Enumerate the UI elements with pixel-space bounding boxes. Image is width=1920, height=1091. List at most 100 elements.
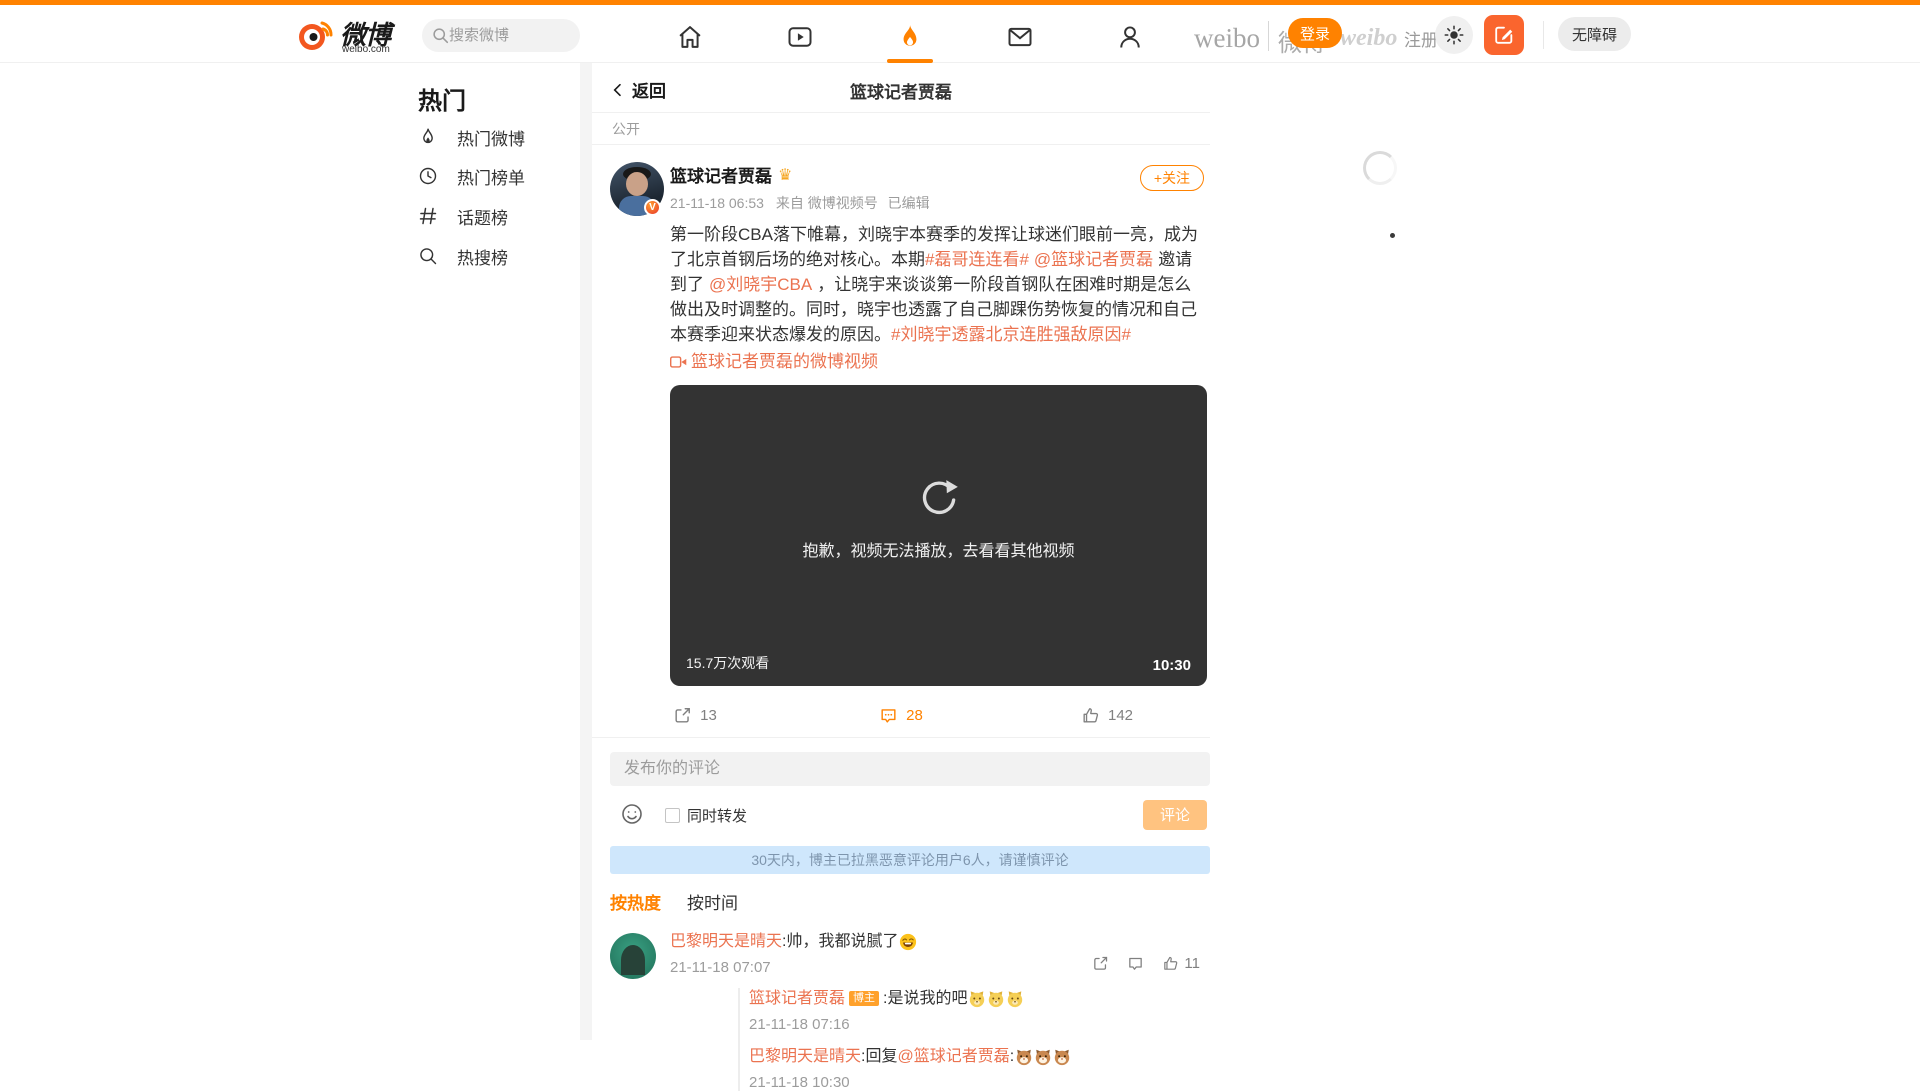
repost-checkbox[interactable] [665,807,680,823]
magnifier-icon [420,248,437,265]
login-button[interactable]: 登录 [1288,18,1342,48]
like-button[interactable]: 142 [1004,694,1210,737]
search-icon [433,28,449,44]
theme-toggle-button[interactable] [1435,16,1473,54]
register-link[interactable]: 注册 [1404,26,1438,51]
navbar: 微博 weibo.com 搜索微博 weibo weibo 登录 注册 无障碍 [0,5,1920,63]
back-button[interactable]: 返回 [610,77,666,102]
detail-header: 返回 篮球记者贾磊 [592,63,1210,113]
weibo-logo[interactable]: 微博 weibo.com [296,13,396,59]
post-time: 21-11-18 06:53 [670,195,764,211]
post: V +关注 篮球记者贾磊 ♛ 21-11-18 06:53 来自 微博视频号 已… [592,145,1210,1091]
post-source: 来自 微博视频号 [775,195,878,211]
repost-toggle[interactable]: 同时转发 [665,805,747,826]
post-author-line: 篮球记者贾磊 ♛ [670,162,1206,187]
tab-sort-by-hot[interactable]: 按热度 [610,889,661,914]
post-author-name[interactable]: 篮球记者贾磊 [670,162,772,187]
comment-sort-tabs: 按热度 按时间 [610,889,1206,914]
commenter-name[interactable]: 巴黎明天是晴天 [670,931,782,953]
watermark-divider [1268,21,1269,51]
reply-item: 篮球记者贾磊 博主 :是说我的吧 21-11-18 07:16 [749,988,1268,1033]
comment-input[interactable]: 发布你的评论 [610,751,1210,786]
comment-count: 28 [906,706,923,724]
loading-spinner [1363,151,1397,185]
comment-like-count: 11 [1184,954,1200,972]
reply-author-name[interactable]: 巴黎明天是晴天 [749,1046,861,1068]
sidebar: 热门 热门微博 热门榜单 话题榜 热搜榜 [400,63,580,1040]
comment-submit-button[interactable]: 评论 [1143,799,1207,830]
search-box[interactable] [422,19,580,52]
comment-icon [1129,957,1143,970]
commenter-avatar[interactable] [610,932,656,979]
reply-mention-link[interactable]: @篮球记者贾磊 [897,1046,1009,1068]
mention-link[interactable]: @篮球记者贾磊 [1034,250,1153,269]
laugh-emoji-icon [900,933,917,950]
like-count: 142 [1107,706,1134,724]
search-input[interactable] [449,27,559,44]
video-error-text: 抱歉，视频无法播放，去看看其他视频 [802,542,1075,560]
comment-item: 巴黎明天是晴天 :帅，我都说腻了 21-11-18 07:07 11 篮球记者贾… [592,931,1210,1091]
video-duration: 10:30 [1152,656,1191,674]
column-gap [580,63,592,1040]
topic-link[interactable]: #磊哥连连看# [925,250,1029,269]
comment-button[interactable]: 28 [798,694,1004,737]
home-icon[interactable] [674,21,706,53]
sidebar-item-label: 热门榜单 [457,168,525,188]
accessibility-button[interactable]: 无障碍 [1558,17,1632,51]
sidebar-item-hot-weibo[interactable]: 热门微博 [418,123,578,151]
sidebar-title: 热门 [418,88,466,115]
post-edited-flag: 已编辑 [887,195,930,211]
share-count: 13 [700,706,717,724]
sidebar-item-label: 热搜榜 [457,248,508,268]
cat-emoji-icon [1035,1049,1051,1065]
share-button[interactable]: 13 [592,694,798,737]
comment-composer: 发布你的评论 同时转发 评论 [592,738,1210,830]
profile-icon[interactable] [1114,21,1146,53]
tab-sort-by-time[interactable]: 按时间 [687,889,738,914]
reply-author-name[interactable]: 篮球记者贾磊 [749,988,845,1010]
navbar-divider [1543,21,1544,49]
vip-crown-icon: ♛ [778,166,793,184]
verified-v-badge-icon: V [644,199,661,216]
doge-emoji-icon [970,990,985,1007]
reply-text: :是说我的吧 [883,989,968,1007]
sidebar-item-hot-rank[interactable]: 热门榜单 [418,162,578,190]
video-channel-icon[interactable] [784,21,816,53]
messages-icon[interactable] [1004,21,1036,53]
topic-link[interactable]: #刘晓宇透露北京连胜强敌原因# [891,325,1131,344]
repost-label: 同时转发 [687,807,748,825]
video-player[interactable]: 抱歉，视频无法播放，去看看其他视频 15.7万次观看 10:30 [670,384,1207,686]
doge-emoji-icon [989,990,1004,1007]
watermark-weibo: weibo [1194,23,1260,53]
emoji-picker-button[interactable] [620,802,644,826]
logo-domain-text: weibo.com [342,44,390,55]
comment-reply-button[interactable] [1127,955,1144,972]
comment-text: :帅，我都说腻了 [782,932,899,950]
follow-button[interactable]: +关注 [1139,165,1204,191]
sun-icon [1444,25,1464,45]
smiley-icon [622,803,642,824]
watermark-weibo-italic: weibo [1340,25,1398,51]
post-text: 第一阶段CBA落下帷幕，刘晓宇本赛季的发挥让球迷们眼前一亮，成为了北京首钢后场的… [670,222,1207,347]
comment-share-button[interactable] [1092,955,1109,972]
hot-flame-icon[interactable] [894,21,926,53]
active-tab-underline [887,59,933,63]
reply-item: 巴黎明天是晴天 :回复 @篮球记者贾磊 : 21-11-18 10:30 [749,1046,1268,1091]
clock-icon [419,167,437,185]
comment-like-button[interactable]: 11 [1162,955,1200,972]
mention-link[interactable]: @刘晓宇CBA [709,275,812,294]
sidebar-item-hot-search[interactable]: 热搜榜 [418,242,578,270]
post-meta: 21-11-18 06:53 来自 微博视频号 已编辑 [670,193,1206,213]
post-video-link-line: 篮球记者贾磊的微博视频 [670,349,1207,376]
video-link[interactable]: 篮球记者贾磊的微博视频 [670,349,878,374]
reply-time: 21-11-18 10:30 [749,1073,850,1091]
compose-pencil-icon [1495,26,1513,44]
chevron-left-icon [613,83,621,96]
sidebar-item-topic-rank[interactable]: 话题榜 [418,202,578,230]
thumb-up-icon [1164,956,1178,970]
compose-button[interactable] [1484,15,1524,55]
thumb-up-icon [1083,707,1099,723]
reply-suffix: : [1009,1047,1015,1065]
cat-emoji-icon [1054,1049,1070,1065]
doge-emoji-icon [1008,990,1023,1007]
